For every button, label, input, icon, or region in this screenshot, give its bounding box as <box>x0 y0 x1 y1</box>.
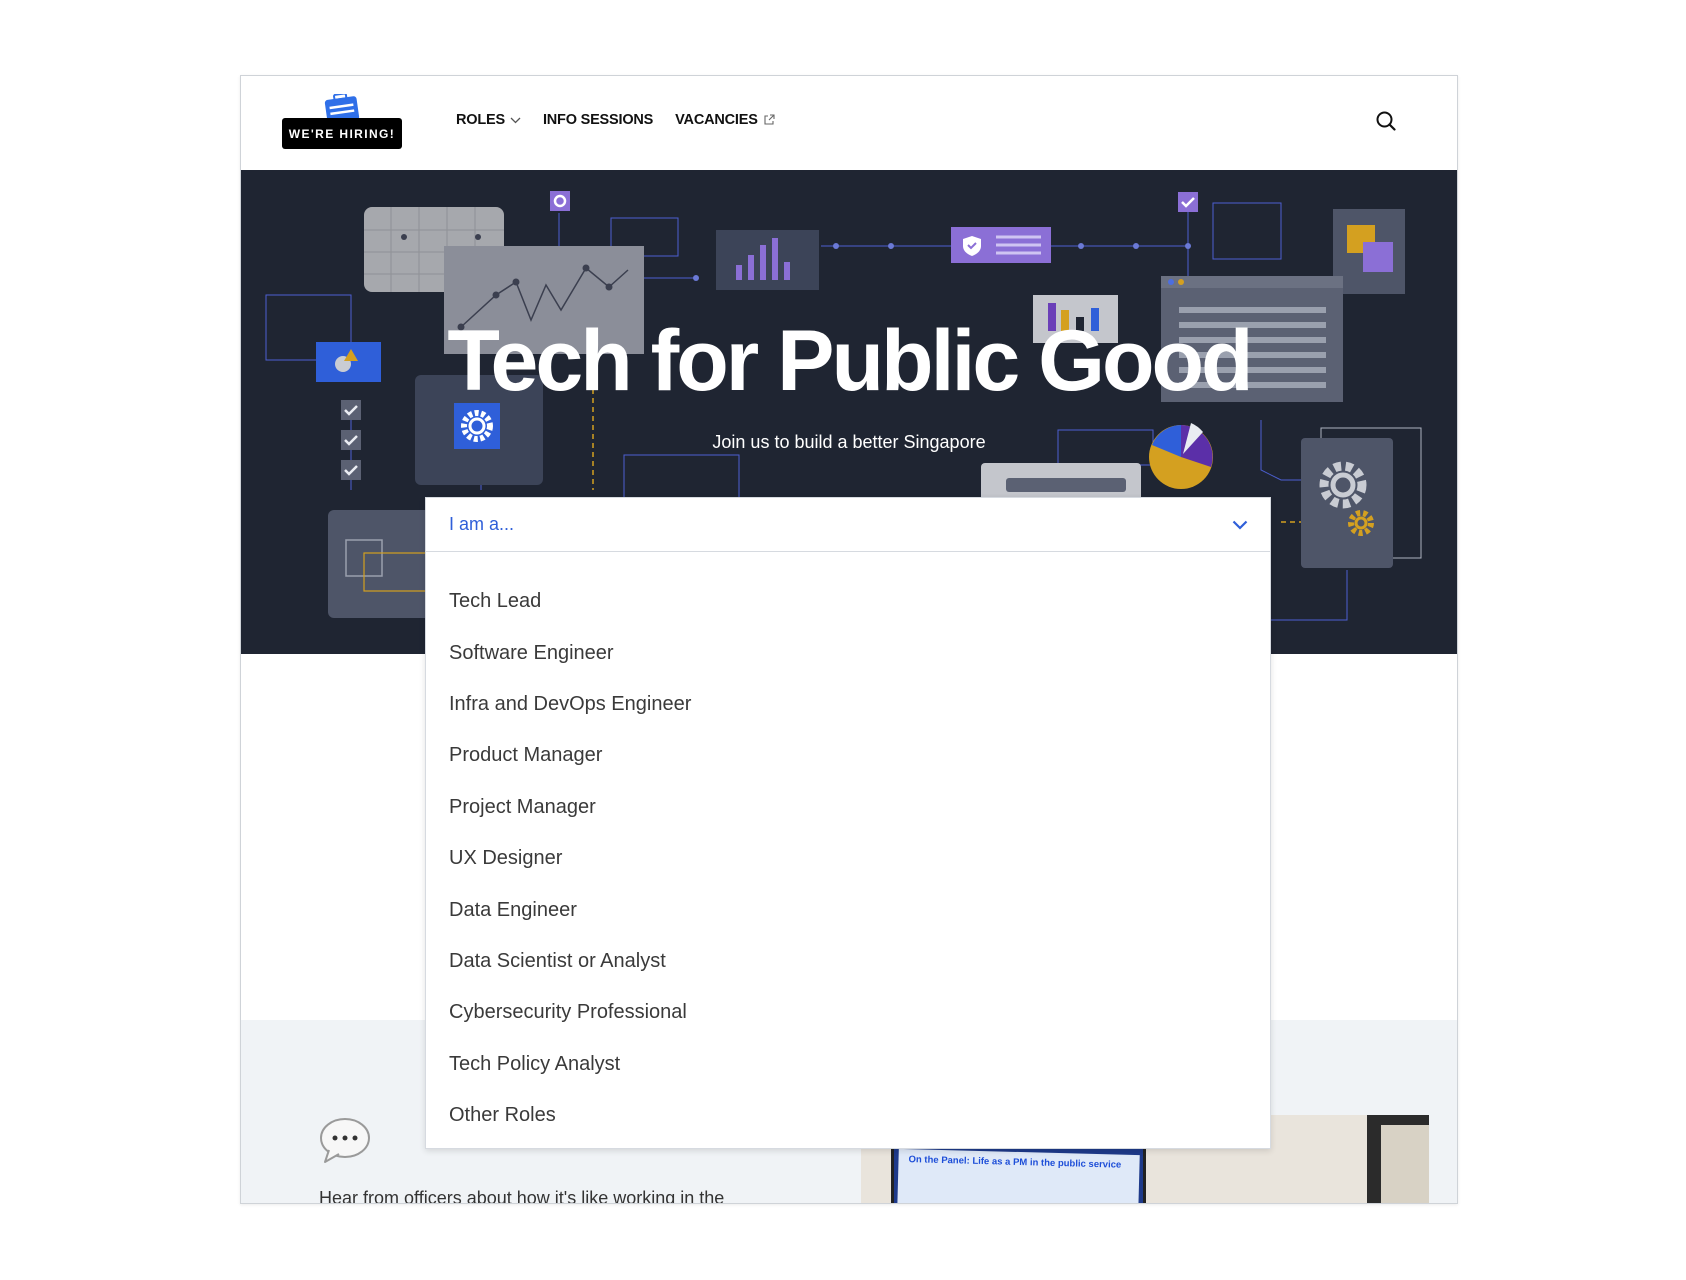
role-option-infra-devops-engineer[interactable]: Infra and DevOps Engineer <box>426 679 1270 730</box>
role-select-toggle[interactable]: I am a... <box>426 498 1270 552</box>
hero-subtitle: Join us to build a better Singapore <box>712 432 986 452</box>
role-option-data-scientist-analyst[interactable]: Data Scientist or Analyst <box>426 936 1270 987</box>
role-option-cybersecurity-professional[interactable]: Cybersecurity Professional <box>426 987 1270 1038</box>
site-logo[interactable]: WE'RE HIRING! <box>282 94 402 152</box>
role-options-list: Tech Lead Software Engineer Infra and De… <box>426 552 1270 1141</box>
role-option-project-manager[interactable]: Project Manager <box>426 782 1270 833</box>
nav-roles-label: ROLES <box>456 112 505 128</box>
chevron-down-icon <box>510 117 521 123</box>
hiring-badge: WE'RE HIRING! <box>282 118 402 149</box>
role-select-placeholder: I am a... <box>449 514 515 534</box>
hero-title: Tech for Public Good <box>447 313 1253 409</box>
role-option-other-roles[interactable]: Other Roles <box>426 1090 1270 1141</box>
search-icon[interactable] <box>1375 110 1397 132</box>
nav-info-sessions[interactable]: INFO SESSIONS <box>543 112 653 128</box>
site-header: WE'RE HIRING! ROLES INFO SESSIONS VACANC… <box>241 76 1457 170</box>
role-dropdown[interactable]: I am a... Tech Lead Software Engineer In… <box>425 497 1271 1149</box>
role-option-tech-policy-analyst[interactable]: Tech Policy Analyst <box>426 1039 1270 1090</box>
nav-vacancies-label: VACANCIES <box>675 112 758 128</box>
nav-info-sessions-label: INFO SESSIONS <box>542 112 654 128</box>
nav-roles[interactable]: ROLES <box>456 112 521 128</box>
photo-door <box>1367 1115 1429 1203</box>
role-option-product-manager[interactable]: Product Manager <box>426 730 1270 781</box>
external-link-icon <box>764 114 775 125</box>
speech-bubble-icon <box>320 1118 370 1163</box>
role-option-ux-designer[interactable]: UX Designer <box>426 833 1270 884</box>
presentation-screen: On the Panel: Life as a PM in the public… <box>891 1145 1146 1203</box>
role-option-data-engineer[interactable]: Data Engineer <box>426 884 1270 935</box>
role-option-tech-lead[interactable]: Tech Lead <box>426 576 1270 627</box>
browser-frame: WE'RE HIRING! ROLES INFO SESSIONS VACANC… <box>240 75 1458 1204</box>
presentation-caption: On the Panel: Life as a PM in the public… <box>897 1148 1140 1203</box>
events-intro-text: Hear from officers about how it's like w… <box>319 1188 725 1204</box>
nav-vacancies[interactable]: VACANCIES <box>675 112 775 128</box>
role-option-software-engineer[interactable]: Software Engineer <box>426 627 1270 678</box>
chevron-down-icon <box>1232 520 1248 530</box>
main-nav: ROLES INFO SESSIONS VACANCIES <box>456 112 775 128</box>
